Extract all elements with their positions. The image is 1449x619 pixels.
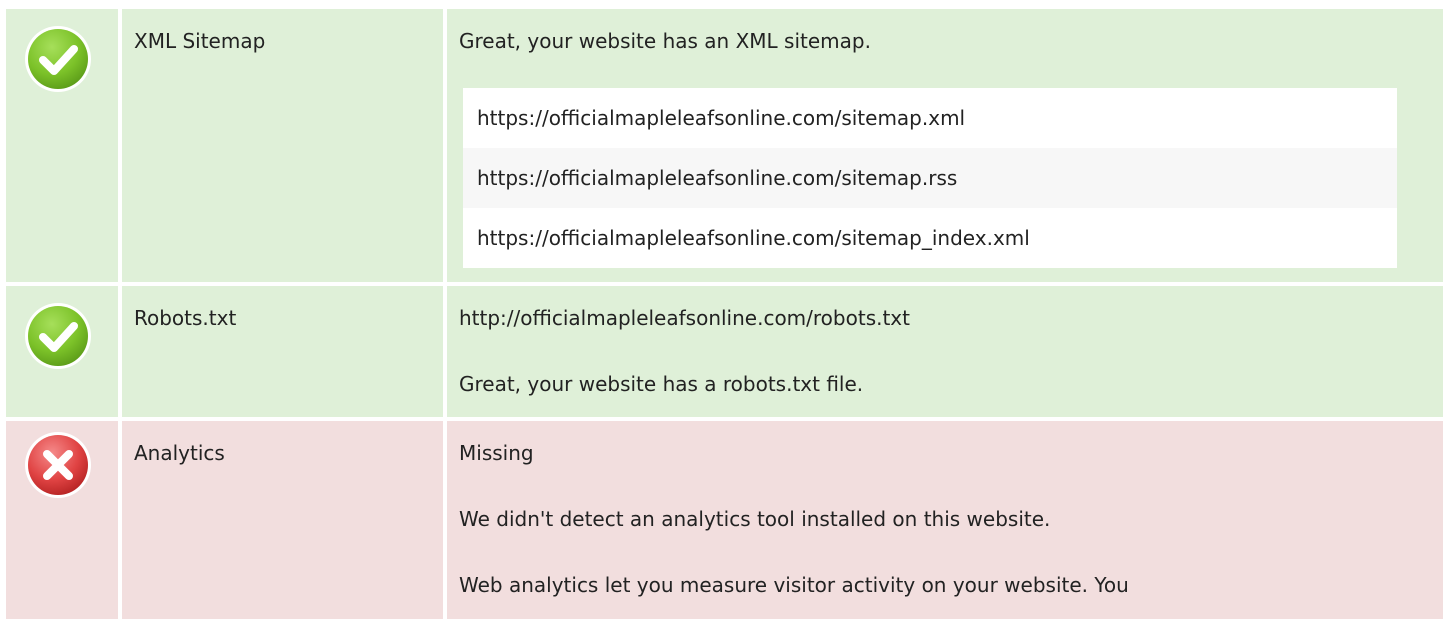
- sitemap-url: https://officialmapleleafsonline.com/sit…: [463, 88, 1397, 148]
- detail-cell: Missing We didn't detect an analytics to…: [447, 421, 1443, 619]
- status-cell: [6, 286, 118, 417]
- status-cell: [6, 421, 118, 619]
- sitemap-list: https://officialmapleleafsonline.com/sit…: [463, 88, 1397, 268]
- check-name: Analytics: [134, 441, 225, 465]
- description-text: Web analytics let you measure visitor ac…: [459, 573, 1129, 597]
- seo-report: XML Sitemap Great, your website has an X…: [0, 0, 1449, 619]
- check-name: XML Sitemap: [134, 29, 266, 53]
- row-xml-sitemap: XML Sitemap Great, your website has an X…: [0, 9, 1449, 282]
- result-message: We didn't detect an analytics tool insta…: [459, 507, 1051, 531]
- detail-cell: Great, your website has an XML sitemap. …: [447, 9, 1443, 282]
- name-cell: XML Sitemap: [122, 9, 443, 282]
- row-analytics: Analytics Missing We didn't detect an an…: [0, 421, 1449, 619]
- check-circle-icon: [25, 303, 91, 369]
- status-cell: [6, 9, 118, 282]
- name-cell: Robots.txt: [122, 286, 443, 417]
- name-cell: Analytics: [122, 421, 443, 619]
- robots-url: http://officialmapleleafsonline.com/robo…: [459, 306, 910, 330]
- row-robots-txt: Robots.txt http://officialmapleleafsonli…: [0, 286, 1449, 417]
- status-text: Missing: [459, 441, 534, 465]
- check-circle-icon: [25, 26, 91, 92]
- detail-cell: http://officialmapleleafsonline.com/robo…: [447, 286, 1443, 417]
- result-message: Great, your website has a robots.txt fil…: [459, 372, 864, 396]
- check-name: Robots.txt: [134, 306, 237, 330]
- sitemap-url: https://officialmapleleafsonline.com/sit…: [463, 208, 1397, 268]
- result-message: Great, your website has an XML sitemap.: [459, 29, 871, 53]
- sitemap-url: https://officialmapleleafsonline.com/sit…: [463, 148, 1397, 208]
- cross-circle-icon: [25, 432, 91, 498]
